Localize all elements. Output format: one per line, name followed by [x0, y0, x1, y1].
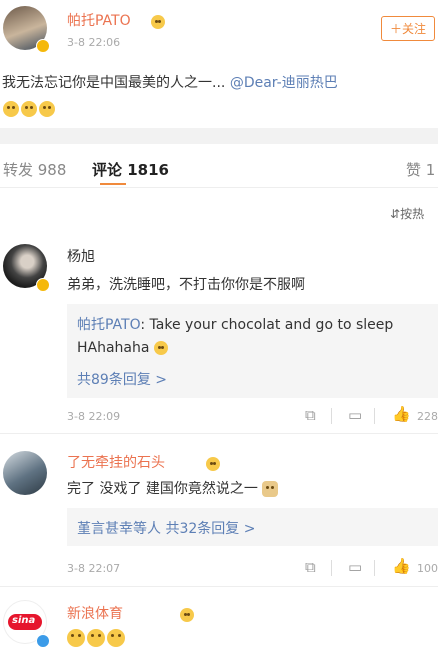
mention-link[interactable]: @Dear-迪丽热巴 [230, 75, 338, 91]
sort-label: 按热 [400, 207, 425, 221]
comment-time: 3-8 22:09 [67, 410, 121, 423]
post-time: 3-8 22:06 [67, 36, 121, 49]
vip-emoji-icon [206, 456, 221, 471]
tabs-divider [0, 187, 438, 188]
reply-count-link[interactable]: 共32条回复 > [165, 521, 255, 537]
laughing-emoji-icon [153, 341, 168, 355]
tab-comment-underline [100, 183, 126, 185]
tab-like[interactable]: 赞 1 [406, 159, 435, 180]
comment-author[interactable]: 了无牵挂的石头 [67, 452, 165, 472]
verified-badge-icon [36, 39, 50, 53]
doge-emoji-icon [262, 481, 279, 497]
follow-button[interactable]: ＋关注 [381, 16, 436, 41]
comment-icon[interactable]: ▭ [348, 558, 362, 576]
comment-author[interactable]: 杨旭 [67, 246, 95, 266]
emoji-icon [21, 100, 37, 117]
comment-avatar[interactable] [3, 451, 47, 495]
like-icon[interactable]: 👍 [392, 557, 411, 575]
action-divider [331, 560, 332, 576]
sina-logo-text: sina [12, 615, 36, 626]
reply-text: : Take your chocolat and go to sleep [140, 317, 394, 333]
reply-text-2: HAhahaha [77, 340, 150, 356]
comment-author[interactable]: 新浪体育 [67, 603, 123, 623]
comment-text: 弟弟，洗洗睡吧，不打击你你是不服啊 [67, 277, 305, 293]
vip-emoji-icon [180, 607, 195, 622]
comment-like-count: 100 [417, 562, 438, 575]
reply-count-link[interactable]: 共89条回复 > [77, 369, 167, 389]
comment-time: 3-8 22:07 [67, 562, 121, 575]
post-body: 我无法忘记你是中国最美的人之一... [2, 75, 230, 91]
verified-badge-icon [36, 278, 50, 292]
reply-box[interactable]: 帕托PATO: Take your chocolat and go to sle… [67, 304, 438, 398]
reply-line: 帕托PATO: Take your chocolat and go to sle… [77, 314, 393, 334]
reply-author[interactable]: 帕托PATO [77, 317, 140, 333]
action-divider [374, 560, 375, 576]
reply-box[interactable]: 堇言甚幸等人 共32条回复 > [67, 508, 438, 546]
action-divider [374, 408, 375, 424]
comment-text: 完了 没戏了 建国你竟然说之一 [67, 481, 258, 497]
post-text: 我无法忘记你是中国最美的人之一... @Dear-迪丽热巴 [2, 72, 338, 92]
comment-divider [0, 586, 438, 587]
reply-line-2: HAhahaha [77, 340, 170, 356]
like-icon[interactable]: 👍 [392, 405, 411, 423]
emoji-icon [39, 100, 55, 117]
vip-emoji-icon [151, 14, 165, 29]
comment-text-row: 完了 没戏了 建国你竟然说之一 [67, 478, 280, 498]
reply-summary: 堇言甚幸等人 共32条回复 > [77, 518, 255, 538]
repost-icon[interactable]: ⧉ [305, 558, 316, 576]
reply-users[interactable]: 堇言甚幸等人 [77, 521, 161, 537]
verified-badge-icon [36, 634, 50, 648]
smile-emoji-icon [87, 628, 105, 647]
emoji-icon [3, 100, 19, 117]
sort-control[interactable]: ⇵按热 [390, 205, 424, 222]
section-divider [0, 128, 438, 144]
comment-like-count: 228 [417, 410, 438, 423]
comment-divider [0, 433, 438, 434]
post-author-name[interactable]: 帕托PATO [67, 10, 131, 30]
sort-icon: ⇵ [390, 207, 401, 221]
smile-emoji-icon [67, 628, 85, 647]
action-divider [331, 408, 332, 424]
post-emoji-row [3, 98, 57, 117]
tab-repost[interactable]: 转发 988 [3, 159, 66, 180]
repost-icon[interactable]: ⧉ [305, 406, 316, 424]
tab-comment[interactable]: 评论 1816 [92, 159, 169, 180]
smile-emoji-icon [107, 628, 125, 647]
comment-icon[interactable]: ▭ [348, 406, 362, 424]
comment-emoji-row [67, 627, 127, 647]
